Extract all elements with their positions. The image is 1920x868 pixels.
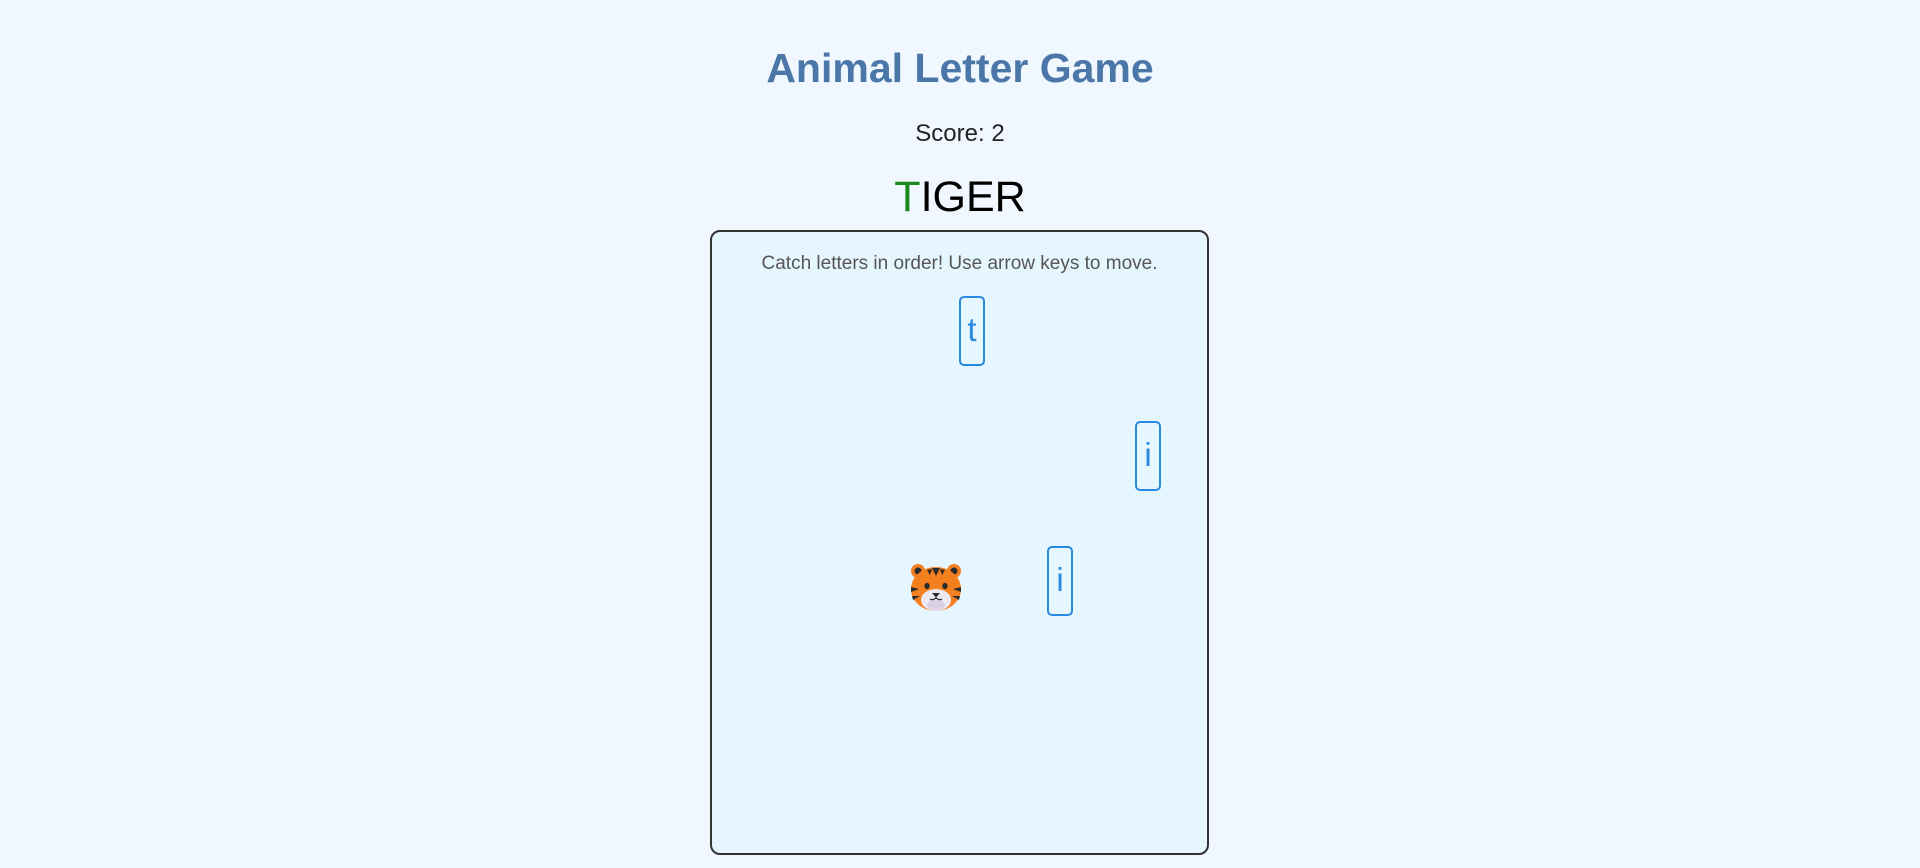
target-word: TIGER bbox=[0, 172, 1920, 222]
falling-letter: i bbox=[1135, 421, 1161, 491]
game-title: Animal Letter Game bbox=[766, 45, 1154, 91]
target-word-caught-letters: T bbox=[894, 173, 921, 221]
score-display: Score: 2 bbox=[915, 120, 1005, 147]
falling-letter: i bbox=[1047, 546, 1073, 616]
target-word-remaining-letters: IGER bbox=[920, 173, 1026, 221]
tiger-face-icon bbox=[911, 564, 961, 611]
falling-letter: t bbox=[959, 296, 985, 366]
game-instructions: Catch letters in order! Use arrow keys t… bbox=[761, 253, 1158, 274]
game-area[interactable]: Catch letters in order! Use arrow keys t… bbox=[710, 230, 1209, 855]
